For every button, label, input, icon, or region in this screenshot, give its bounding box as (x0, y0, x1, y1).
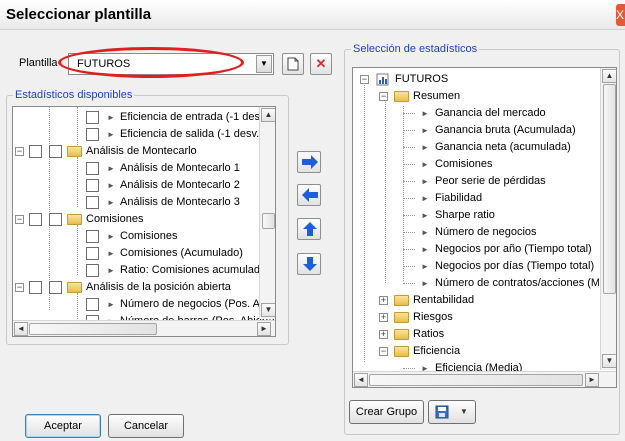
checkbox[interactable] (29, 213, 42, 226)
scroll-down-icon[interactable]: ▼ (602, 354, 616, 368)
arrow-down-icon (303, 257, 317, 271)
checkbox[interactable] (49, 281, 62, 294)
list-item[interactable]: ► Eficiencia de salida (-1 desv.) (13, 126, 275, 143)
arrow-left-icon (302, 188, 318, 202)
checkbox[interactable] (86, 179, 99, 192)
folder-icon (394, 329, 409, 340)
folder-icon (67, 214, 82, 225)
title-bar: Seleccionar plantilla X (0, 0, 625, 30)
window-title: Seleccionar plantilla (6, 6, 152, 23)
crear-grupo-button[interactable]: Crear Grupo (349, 400, 424, 424)
move-left-button[interactable] (297, 184, 321, 206)
move-down-button[interactable] (297, 253, 321, 275)
folder-icon (394, 312, 409, 323)
scroll-thumb[interactable] (29, 323, 157, 335)
move-up-button[interactable] (297, 218, 321, 240)
scroll-down-icon[interactable]: ▼ (261, 303, 275, 317)
seleccion-tree[interactable]: − FUTUROS − Resumen ► Ganancia del merca… (352, 67, 617, 388)
folder-icon (394, 91, 409, 102)
new-document-icon (287, 57, 299, 71)
seleccion-legend: Selección de estadísticos (351, 43, 480, 55)
horizontal-scrollbar[interactable]: ◄ ► (13, 320, 275, 336)
vertical-scrollbar[interactable]: ▲ ▼ (259, 107, 275, 319)
collapse-icon[interactable]: − (15, 215, 24, 224)
scroll-left-icon[interactable]: ◄ (14, 322, 28, 336)
disponibles-tree[interactable]: ► Eficiencia de entrada (-1 desv.) ► Efi… (12, 106, 276, 337)
chevron-down-icon[interactable]: ▼ (460, 401, 468, 423)
list-item[interactable]: ► Eficiencia de entrada (-1 desv.) (13, 109, 275, 126)
folder-icon (394, 295, 409, 306)
collapse-icon[interactable]: − (15, 283, 24, 292)
arrow-right-icon (302, 155, 318, 169)
plantilla-label: Plantilla (19, 57, 58, 69)
chart-icon (376, 73, 389, 86)
tree-group-item[interactable]: − Análisis de la posición abierta (13, 279, 275, 296)
list-item[interactable]: ► Análisis de Montecarlo 1 (13, 160, 275, 177)
checkbox[interactable] (86, 111, 99, 124)
tree-group-item[interactable]: − Análisis de Montecarlo (13, 143, 275, 160)
checkbox[interactable] (86, 247, 99, 260)
scroll-right-icon[interactable]: ► (585, 373, 599, 387)
expand-icon[interactable]: + (379, 330, 388, 339)
scroll-thumb[interactable] (262, 213, 275, 229)
highlight-ellipse (58, 47, 244, 78)
chevron-down-icon[interactable]: ▼ (256, 55, 272, 73)
vertical-scrollbar[interactable]: ▲ ▼ (600, 68, 616, 370)
list-item[interactable]: ► Ratio: Comisiones acumuladas (13, 262, 275, 279)
scroll-up-icon[interactable]: ▲ (602, 69, 616, 83)
delete-template-button[interactable]: ✕ (310, 53, 332, 75)
delete-x-icon: ✕ (315, 56, 327, 71)
checkbox[interactable] (86, 196, 99, 209)
aceptar-button[interactable]: Aceptar (25, 414, 101, 438)
checkbox[interactable] (86, 230, 99, 243)
collapse-icon[interactable]: − (15, 147, 24, 156)
expand-icon[interactable]: + (379, 296, 388, 305)
list-item[interactable]: ► Comisiones (13, 228, 275, 245)
scroll-thumb[interactable] (603, 84, 616, 294)
list-item[interactable]: ► Comisiones (Acumulado) (13, 245, 275, 262)
scroll-right-icon[interactable]: ► (257, 322, 271, 336)
folder-icon (67, 282, 82, 293)
folder-icon (394, 346, 409, 357)
checkbox[interactable] (86, 298, 99, 311)
list-item[interactable]: ► Número de contratos/acciones (Media) (353, 275, 599, 292)
scroll-left-icon[interactable]: ◄ (354, 373, 368, 387)
scroll-up-icon[interactable]: ▲ (261, 108, 275, 122)
disponibles-legend: Estadísticos disponibles (13, 89, 135, 101)
checkbox[interactable] (86, 128, 99, 141)
arrow-up-icon (303, 222, 317, 236)
checkbox[interactable] (86, 162, 99, 175)
collapse-icon[interactable]: − (379, 92, 388, 101)
list-item[interactable]: ► Número de negocios (Pos. Abierta) (13, 296, 275, 313)
scroll-thumb[interactable] (369, 374, 583, 386)
save-disk-icon (435, 405, 449, 419)
list-item[interactable]: ► Análisis de Montecarlo 3 (13, 194, 275, 211)
close-window-button[interactable]: X (616, 4, 625, 26)
checkbox[interactable] (86, 264, 99, 277)
checkbox[interactable] (29, 281, 42, 294)
folder-icon (67, 146, 82, 157)
collapse-icon[interactable]: − (379, 347, 388, 356)
checkbox[interactable] (49, 145, 62, 158)
expand-icon[interactable]: + (379, 313, 388, 322)
tree-group-item[interactable]: − Comisiones (13, 211, 275, 228)
checkbox[interactable] (49, 213, 62, 226)
move-right-button[interactable] (297, 151, 321, 173)
horizontal-scrollbar[interactable]: ◄ ► (353, 371, 616, 387)
collapse-icon[interactable]: − (360, 75, 369, 84)
list-item[interactable]: ► Análisis de Montecarlo 2 (13, 177, 275, 194)
checkbox[interactable] (29, 145, 42, 158)
cancelar-button[interactable]: Cancelar (108, 414, 184, 438)
save-split-button[interactable]: ▼ (428, 400, 476, 424)
new-template-button[interactable] (282, 53, 304, 75)
